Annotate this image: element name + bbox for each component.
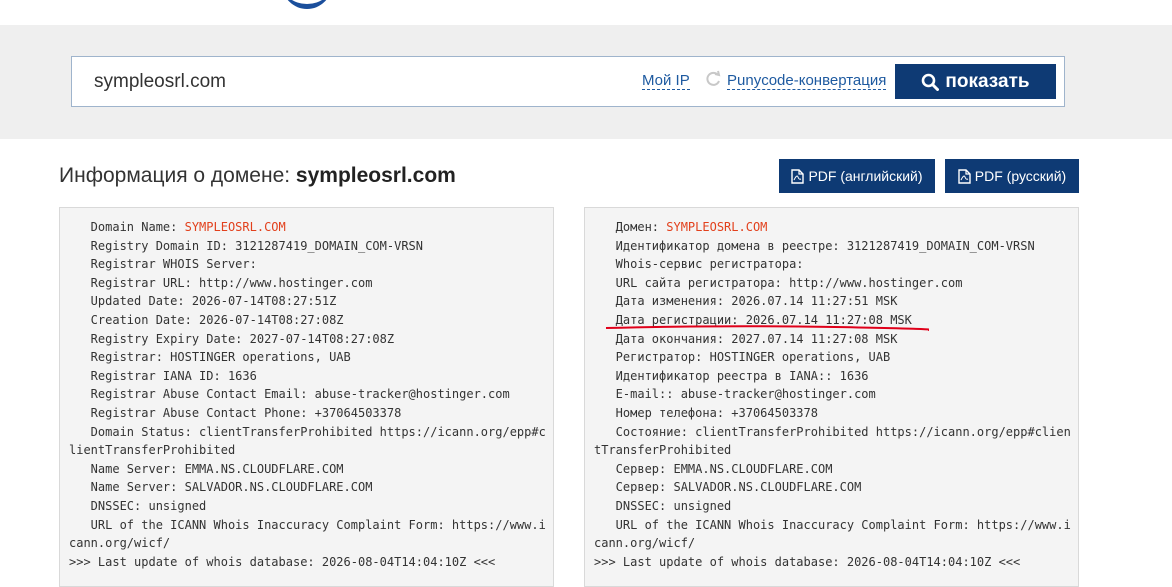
whois-line: URL of the ICANN Whois Inaccuracy Compla… (69, 517, 546, 532)
whois-english-panel: Domain Name: SYMPLEOSRL.COM Registry Dom… (59, 207, 554, 587)
pdf-russian-button[interactable]: PDF (русский) (945, 159, 1079, 193)
whois-line: Registrar: HOSTINGER operations, UAB (69, 350, 351, 365)
whois-line: Name Server: SALVADOR.NS.CLOUDFLARE.COM (69, 480, 373, 495)
red-underline-annotation (605, 325, 929, 331)
whois-line: tTransferProhibited (594, 443, 732, 458)
search-icon (922, 73, 940, 91)
whois-line: Registrar Abuse Contact Phone: +37064503… (69, 405, 402, 420)
punycode-link[interactable]: Punycode-конвертация (727, 72, 887, 90)
whois-line: Registry Expiry Date: 2027-07-14T08:27:0… (69, 331, 395, 346)
whois-line: Домен: SYMPLEOSRL.COM (594, 218, 1071, 237)
whois-key: Domain Name: (69, 220, 185, 234)
whois-line: Whois-сервис регистратора: (594, 257, 804, 272)
whois-line: >>> Last update of whois database: 2026-… (69, 554, 496, 569)
whois-line: Domain Name: SYMPLEOSRL.COM (69, 218, 546, 237)
whois-line: Creation Date: 2026-07-14T08:27:08Z (69, 312, 344, 327)
show-button[interactable]: показать (895, 64, 1056, 99)
refresh-icon (706, 70, 721, 86)
domain-search-input[interactable] (94, 69, 614, 95)
page-title-domain: sympleosrl.com (295, 164, 456, 187)
whois-line: URL сайта регистратора: http://www.hosti… (594, 275, 963, 290)
whois-key: Домен: (594, 220, 667, 234)
show-button-label: показать (945, 70, 1030, 92)
whois-line: Идентификатор реестра в IANA:: 1636 (594, 368, 869, 383)
whois-line: Registrar Abuse Contact Email: abuse-tra… (69, 387, 510, 402)
whois-line: Номер телефона: +37064503378 (594, 405, 818, 420)
whois-line: Регистратор: HOSTINGER operations, UAB (594, 350, 891, 365)
whois-line: DNSSEC: unsigned (69, 498, 207, 513)
whois-line: Дата изменения: 2026.07.14 11:27:51 MSK (594, 294, 898, 309)
whois-line: Сервер: SALVADOR.NS.CLOUDFLARE.COM (594, 480, 862, 495)
whois-line: Name Server: EMMA.NS.CLOUDFLARE.COM (69, 461, 344, 476)
my-ip-link[interactable]: Мой IP (642, 72, 690, 90)
domain-name-value[interactable]: SYMPLEOSRL.COM (185, 220, 286, 234)
whois-line: Domain Status: clientTransferProhibited … (69, 424, 546, 439)
whois-line: cann.org/wicf/ (69, 536, 171, 551)
whois-line: Дата окончания: 2027.07.14 11:27:08 MSK (594, 331, 898, 346)
whois-line: Updated Date: 2026-07-14T08:27:51Z (69, 294, 337, 309)
whois-line: Сервер: EMMA.NS.CLOUDFLARE.COM (594, 461, 833, 476)
whois-line: Registry Domain ID: 3121287419_DOMAIN_CO… (69, 238, 424, 253)
whois-line: E-mail:: abuse-tracker@hostinger.com (594, 387, 876, 402)
whois-line: >>> Last update of whois database: 2026-… (594, 554, 1021, 569)
pdf-file-icon (791, 168, 805, 184)
pdf-russian-label: PDF (русский) (974, 168, 1067, 184)
whois-line: DNSSEC: unsigned (594, 498, 732, 513)
whois-line: Registrar URL: http://www.hostinger.com (69, 275, 373, 290)
page-title-prefix: Информация о домене: (59, 164, 296, 187)
whois-line: Registrar WHOIS Server: (69, 257, 257, 272)
whois-russian-panel: Домен: SYMPLEOSRL.COM Идентификатор доме… (584, 207, 1079, 587)
pdf-english-button[interactable]: PDF (английский) (779, 159, 935, 193)
whois-line: URL of the ICANN Whois Inaccuracy Compla… (594, 517, 1071, 532)
page-title: Информация о домене: sympleosrl.com (59, 164, 456, 188)
search-box: Мой IP Punycode-конвертация показать (71, 56, 1065, 107)
pdf-english-label: PDF (английский) (808, 168, 923, 184)
whois-line: cann.org/wicf/ (594, 536, 696, 551)
pdf-file-icon (958, 168, 971, 184)
whois-line: Registrar IANA ID: 1636 (69, 368, 257, 383)
whois-line: lientTransferProhibited (69, 443, 236, 458)
domain-name-value[interactable]: SYMPLEOSRL.COM (666, 220, 767, 234)
whois-line: Состояние: clientTransferProhibited http… (594, 424, 1071, 439)
whois-line: Идентификатор домена в реестре: 31212874… (594, 238, 1035, 253)
site-logo-fragment (282, 0, 332, 9)
